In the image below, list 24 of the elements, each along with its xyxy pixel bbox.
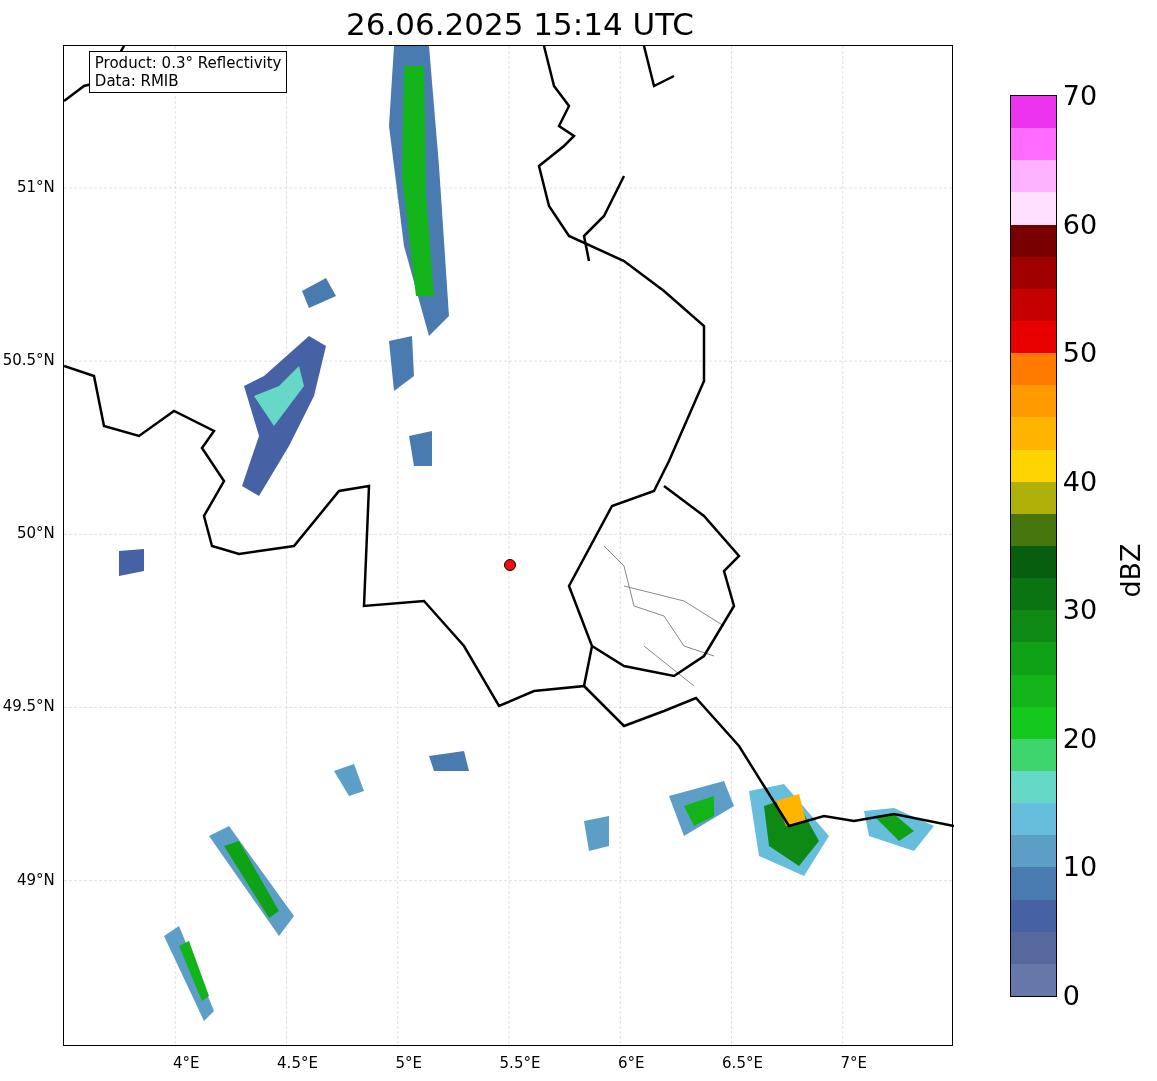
- colorbar-tick-label: 0: [1062, 981, 1080, 1009]
- longitude-label: 7°E: [840, 1054, 867, 1072]
- info-text: Data: RMIB: [94, 72, 180, 90]
- longitude-label: 4.5°E: [277, 1054, 318, 1072]
- info-text: Product: 0.3° Reflectivity: [94, 54, 282, 72]
- longitude-label: 5°E: [395, 1054, 422, 1072]
- longitude-label: 4°E: [173, 1054, 200, 1072]
- colorbar-tick-label: 10: [1062, 852, 1098, 880]
- chart-title: 26.06.2025 15:14 UTC: [345, 5, 695, 44]
- colorbar-tick-label: 70: [1062, 81, 1098, 109]
- colorbar-tick-label: 20: [1062, 724, 1098, 752]
- colorbar-tick-label: 60: [1062, 210, 1098, 238]
- colorbar-tick-label: 50: [1062, 338, 1098, 366]
- latitude-label: 49.5°N: [2, 697, 55, 716]
- latitude-label: 49°N: [17, 870, 55, 889]
- colorbar-label: dBZ: [1114, 543, 1146, 598]
- latitude-label: 51°N: [17, 177, 55, 196]
- colorbar-tick-label: 30: [1062, 595, 1098, 623]
- colorbar-tick-label: 40: [1062, 467, 1098, 495]
- longitude-label: 6°E: [618, 1054, 645, 1072]
- latitude-label: 50°N: [17, 524, 55, 543]
- latitude-label: 50.5°N: [2, 351, 55, 370]
- longitude-label: 5.5°E: [499, 1054, 541, 1072]
- longitude-label: 6.5°E: [722, 1054, 763, 1072]
